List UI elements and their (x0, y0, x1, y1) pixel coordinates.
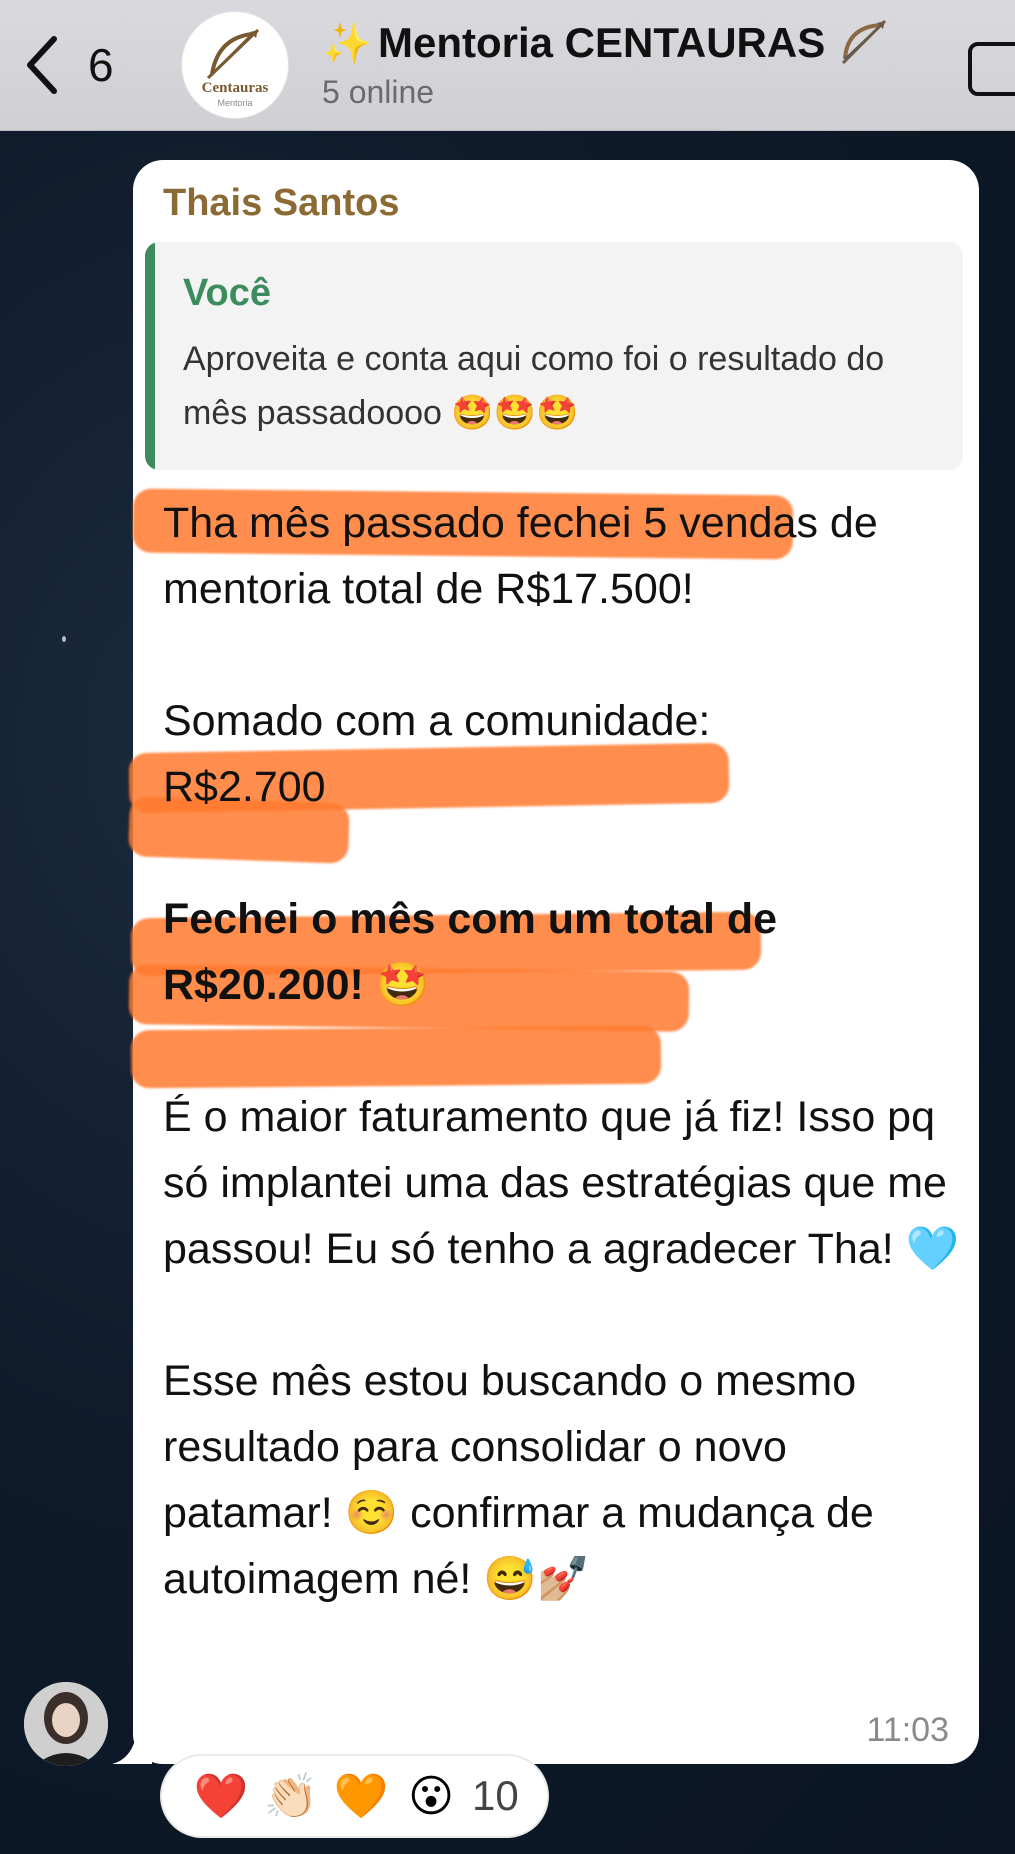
reply-quote[interactable]: Você Aproveita e conta aqui como foi o r… (145, 242, 963, 470)
reaction-orange-heart[interactable]: 🧡 (326, 1770, 396, 1822)
chevron-left-icon (27, 36, 57, 94)
message-paragraph: Esse mês estou buscando o mesmo resultad… (163, 1357, 886, 1603)
online-status: 5 online (322, 74, 435, 110)
bow-arrow-icon (206, 28, 260, 80)
reply-quote-accent (145, 242, 155, 470)
chat-header: 6 Centauras Mentoria ✨ Mentoria CENTAURA… (0, 0, 1015, 131)
message-paragraph: É o maior faturamento que já fiz! Isso p… (163, 1093, 960, 1273)
bow-arrow-icon (842, 19, 887, 65)
message-text: Tha mês passado fechei 5 vendas de mento… (163, 490, 963, 1612)
chat-title-area[interactable]: ✨ Mentoria CENTAURAS 5 online (322, 14, 982, 114)
reply-text: Aproveita e conta aqui como foi o result… (183, 340, 885, 432)
reactions-bar[interactable]: ❤️ 👏🏻 🧡 😮 10 (162, 1756, 547, 1836)
message-paragraph: Somado com a comunidade: R$2.700 (163, 697, 711, 811)
sparkles-icon: ✨ (322, 21, 372, 66)
background-star (62, 636, 66, 642)
unread-count: 6 (88, 39, 114, 91)
sender-name[interactable]: Thais Santos (163, 182, 400, 225)
reaction-surprised[interactable]: 😮 (396, 1771, 466, 1822)
message-paragraph-bold: Fechei o mês com um total de R$20.200! 🤩 (163, 895, 790, 1009)
chat-title: Mentoria CENTAURAS (378, 19, 826, 66)
reaction-heart[interactable]: ❤️ (186, 1770, 256, 1822)
message-time: 11:03 (866, 1711, 949, 1749)
group-avatar-text: Centauras (202, 80, 269, 96)
reply-author: Você (183, 272, 272, 314)
group-avatar[interactable]: Centauras Mentoria (182, 12, 288, 118)
video-call-icon[interactable] (968, 42, 1015, 96)
group-avatar-subtext: Mentoria (217, 98, 252, 108)
reaction-count: 10 (472, 1772, 519, 1819)
sender-avatar[interactable] (24, 1682, 108, 1766)
message-paragraph: Tha mês passado fechei 5 vendas de mento… (163, 499, 890, 613)
message-bubble[interactable]: Thais Santos Você Aproveita e conta aqui… (128, 160, 979, 1764)
reaction-clap[interactable]: 👏🏻 (256, 1770, 326, 1822)
back-button[interactable]: 6 (22, 30, 132, 100)
